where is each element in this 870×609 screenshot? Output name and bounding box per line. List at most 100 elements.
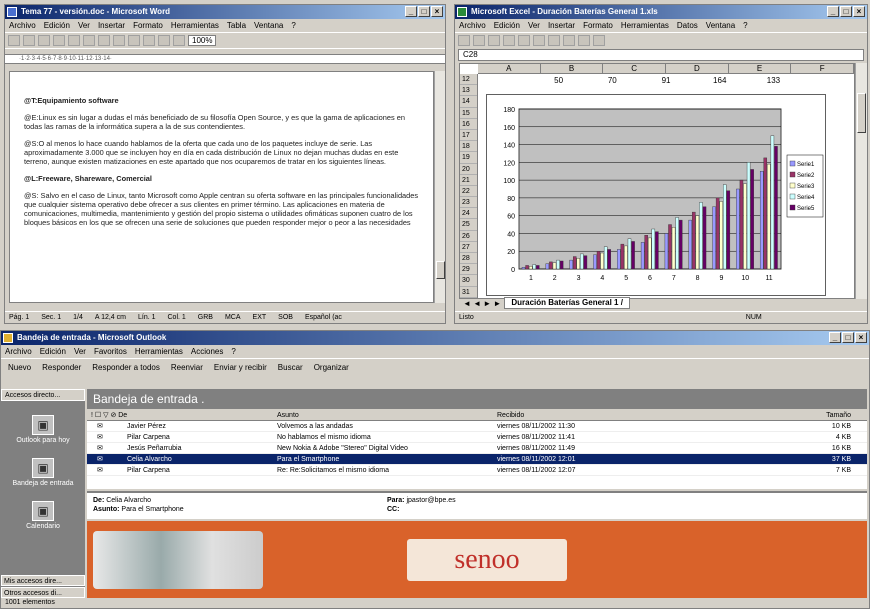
row-header[interactable]: 22 xyxy=(460,186,477,198)
sort-icon[interactable] xyxy=(578,35,590,46)
open-icon[interactable] xyxy=(23,35,35,46)
redo-icon[interactable] xyxy=(143,35,155,46)
menu-item-herramientas[interactable]: Herramientas xyxy=(621,19,669,32)
column-header[interactable]: Asunto xyxy=(277,411,497,420)
row-header[interactable]: 29 xyxy=(460,264,477,276)
message-row[interactable]: ✉ Pilar Carpena No hablamos el mismo idiom… xyxy=(87,432,867,443)
menu-item-ver[interactable]: Ver xyxy=(78,19,90,32)
row-header[interactable]: 28 xyxy=(460,253,477,265)
print-icon[interactable] xyxy=(503,35,515,46)
row-header[interactable]: 17 xyxy=(460,130,477,142)
name-box[interactable]: C28 xyxy=(458,49,864,61)
toolbar-button-reenviar[interactable]: Reenviar xyxy=(167,363,207,372)
menu-item-ventana[interactable]: Ventana xyxy=(706,19,735,32)
message-row[interactable]: ✉ Pilar Carpena Re: Re:Solicitamos el mism… xyxy=(87,465,867,476)
menu-item-archivo[interactable]: Archivo xyxy=(9,19,36,32)
table-icon[interactable] xyxy=(158,35,170,46)
message-list[interactable]: ✉ Javier Pérez Volvemos a las andadas viern… xyxy=(87,421,867,489)
toolbar-button-organizar[interactable]: Organizar xyxy=(310,363,353,372)
open-icon[interactable] xyxy=(473,35,485,46)
menu-item-favoritos[interactable]: Favoritos xyxy=(94,345,127,358)
menu-item-insertar[interactable]: Insertar xyxy=(98,19,125,32)
menu-item-acciones[interactable]: Acciones xyxy=(191,345,223,358)
cell[interactable] xyxy=(800,75,854,86)
preview-icon[interactable] xyxy=(68,35,80,46)
other-shortcuts-button[interactable]: Otros accesos di... xyxy=(1,587,85,598)
row-header[interactable]: 18 xyxy=(460,141,477,153)
message-row[interactable]: ✉ Celia Alvarcho Para el Smartphone viernes… xyxy=(87,454,867,465)
close-button[interactable]: × xyxy=(853,6,865,17)
menu-item-archivo[interactable]: Archivo xyxy=(5,345,32,358)
new-icon[interactable] xyxy=(458,35,470,46)
row-header[interactable]: 24 xyxy=(460,208,477,220)
menu-item-?[interactable]: ? xyxy=(231,345,235,358)
toolbar-button-responder-a-todos[interactable]: Responder a todos xyxy=(88,363,164,372)
copy-icon[interactable] xyxy=(98,35,110,46)
tab-nav-arrows[interactable]: ◄ ◄ ► ► xyxy=(463,299,501,308)
row-header[interactable]: 21 xyxy=(460,175,477,186)
menu-item-edición[interactable]: Edición xyxy=(494,19,520,32)
column-header[interactable]: Recibido xyxy=(497,411,647,420)
menu-item-ver[interactable]: Ver xyxy=(74,345,86,358)
scroll-thumb[interactable] xyxy=(436,261,445,279)
scroll-thumb[interactable] xyxy=(857,93,866,133)
copy-icon[interactable] xyxy=(533,35,545,46)
column-header[interactable]: E xyxy=(729,64,792,73)
save-icon[interactable] xyxy=(488,35,500,46)
paste-icon[interactable] xyxy=(113,35,125,46)
menu-item-archivo[interactable]: Archivo xyxy=(459,19,486,32)
undo-icon[interactable] xyxy=(128,35,140,46)
row-header[interactable]: 26 xyxy=(460,231,477,242)
column-header[interactable]: A xyxy=(478,64,541,73)
menu-item-formato[interactable]: Formato xyxy=(583,19,613,32)
menu-item-ventana[interactable]: Ventana xyxy=(254,19,283,32)
row-header[interactable]: 16 xyxy=(460,119,477,130)
cell[interactable]: 70 xyxy=(585,75,639,86)
close-button[interactable]: × xyxy=(855,332,867,343)
spreadsheet-grid[interactable]: ABCDEF 12 13 14 15 16 17 18 19 20 21 22 23 24 25 26 27 2… xyxy=(459,63,855,299)
menu-item-datos[interactable]: Datos xyxy=(677,19,698,32)
excel-vscroll[interactable] xyxy=(855,63,867,299)
chart-wizard-icon[interactable] xyxy=(593,35,605,46)
cell[interactable]: 164 xyxy=(693,75,747,86)
cut-icon[interactable] xyxy=(83,35,95,46)
row-header[interactable]: 14 xyxy=(460,96,477,108)
document-page[interactable]: @T:Equipamiento software @E:Linux es sin … xyxy=(9,71,434,303)
maximize-button[interactable]: □ xyxy=(840,6,852,17)
sum-icon[interactable] xyxy=(563,35,575,46)
row-header[interactable]: 12 xyxy=(460,74,477,86)
menu-item-edición[interactable]: Edición xyxy=(40,345,66,358)
print-icon[interactable] xyxy=(53,35,65,46)
word-vscroll[interactable] xyxy=(434,71,445,303)
toolbar-button-nuevo[interactable]: Nuevo xyxy=(4,363,35,372)
menu-item-herramientas[interactable]: Herramientas xyxy=(171,19,219,32)
toolbar-button-enviar-y-recibir[interactable]: Enviar y recibir xyxy=(210,363,271,372)
cut-icon[interactable] xyxy=(518,35,530,46)
column-header[interactable]: Tamaño xyxy=(647,411,867,420)
sidebar-item[interactable]: ▣ Outlook para hoy xyxy=(1,415,85,444)
menu-item-formato[interactable]: Formato xyxy=(133,19,163,32)
close-button[interactable]: × xyxy=(431,6,443,17)
sheet-tab[interactable]: Duración Baterías General 1 / xyxy=(504,297,630,309)
column-header[interactable]: ! ☐ ▽ ⊘ De xyxy=(87,411,277,420)
save-icon[interactable] xyxy=(38,35,50,46)
toolbar-button-responder[interactable]: Responder xyxy=(38,363,85,372)
cell[interactable]: 133 xyxy=(747,75,801,86)
row-header[interactable]: 19 xyxy=(460,152,477,164)
maximize-button[interactable]: □ xyxy=(842,332,854,343)
column-header[interactable]: C xyxy=(603,64,667,73)
menu-item-tabla[interactable]: Tabla xyxy=(227,19,246,32)
sidebar-item[interactable]: ▣ Calendario xyxy=(1,501,85,530)
message-row[interactable]: ✉ Javier Pérez Volvemos a las andadas viern… xyxy=(87,421,867,432)
menu-item-?[interactable]: ? xyxy=(743,19,747,32)
row-header[interactable]: 27 xyxy=(460,242,477,253)
cell[interactable] xyxy=(478,75,532,86)
paste-icon[interactable] xyxy=(548,35,560,46)
menu-item-edición[interactable]: Edición xyxy=(44,19,70,32)
paragraph-icon[interactable] xyxy=(173,35,185,46)
embedded-chart[interactable]: 0 20 40 60 80 100 120 140 160 180 1 2 3 4 5 6 7 8 9 10 11 Ser… xyxy=(486,94,826,296)
toolbar-button-buscar[interactable]: Buscar xyxy=(274,363,307,372)
row-header[interactable]: 25 xyxy=(460,219,477,231)
row-header[interactable]: 15 xyxy=(460,108,477,119)
menu-item-?[interactable]: ? xyxy=(291,19,295,32)
